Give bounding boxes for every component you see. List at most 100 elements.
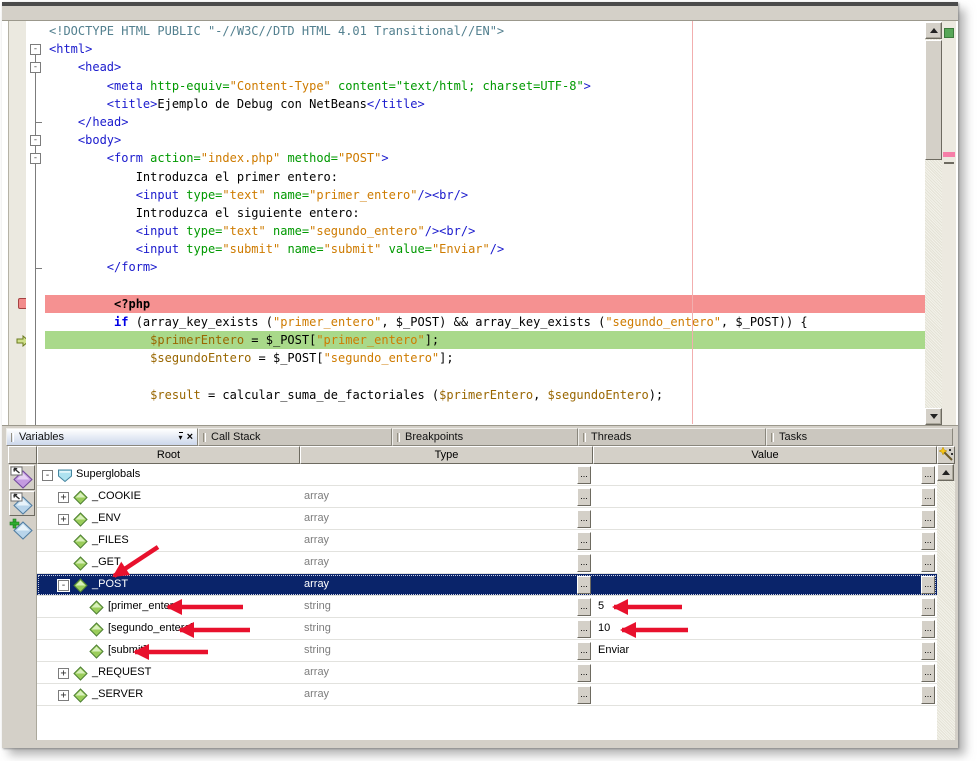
variable-value: 10 — [598, 622, 610, 634]
editor-fold-margin[interactable]: - - - - — [26, 21, 45, 425]
value-editor-button[interactable]: ... — [577, 488, 591, 506]
variable-diamond-icon — [73, 490, 88, 505]
variable-row-primer_entero[interactable]: [primer_entero]string5...... — [37, 596, 937, 618]
fold-collapse-box[interactable]: - — [30, 62, 41, 73]
value-editor-button[interactable]: ... — [921, 686, 935, 704]
watches-diamond-icon — [10, 466, 34, 489]
column-header-root[interactable]: Root — [37, 446, 300, 464]
variable-value: Enviar — [598, 644, 629, 656]
value-editor-button[interactable]: ... — [577, 598, 591, 616]
variable-row-_post[interactable]: -_POSTarray...... — [37, 574, 937, 596]
fold-collapse-box[interactable]: - — [30, 44, 41, 55]
value-editor-button[interactable]: ... — [577, 532, 591, 550]
fold-guide-line — [35, 49, 36, 441]
code-line: if (array_key_exists ("primer_entero", $… — [45, 313, 925, 331]
code-line — [45, 277, 925, 295]
variable-row-segundo_entero[interactable]: [segundo_entero]string10...... — [37, 618, 937, 640]
scrollbar-thumb[interactable] — [925, 40, 942, 160]
expand-expander[interactable]: + — [58, 690, 69, 701]
variable-row-_get[interactable]: _GETarray...... — [37, 552, 937, 574]
code-line: <title>Ejemplo de Debug con NetBeans</ti… — [45, 95, 925, 113]
variable-type: array — [304, 688, 329, 700]
code-line: <form action="index.php" method="POST"> — [45, 149, 925, 167]
value-editor-button[interactable]: ... — [577, 686, 591, 704]
show-evaluation-result-toggle-button[interactable] — [9, 491, 35, 516]
value-editor-button[interactable]: ... — [577, 620, 591, 638]
code-line: <!DOCTYPE HTML PUBLIC "-//W3C//DTD HTML … — [45, 22, 925, 40]
value-editor-button[interactable]: ... — [577, 576, 591, 594]
collapse-expander[interactable]: - — [42, 470, 53, 481]
variable-row-superglobals[interactable]: -Superglobals...... — [37, 464, 937, 486]
variables-view-toolbar — [8, 464, 37, 740]
tab-call-stack[interactable]: Call Stack — [198, 428, 392, 446]
editor-glyph-margin[interactable] — [8, 21, 26, 425]
right-margin-line — [692, 21, 693, 424]
tab-label: Tasks — [779, 431, 948, 443]
tab-close-icon[interactable]: × — [187, 432, 193, 442]
error-stripe-breakpoint-mark[interactable] — [943, 152, 955, 157]
variable-row-_server[interactable]: + _SERVER array...... — [37, 684, 937, 706]
value-editor-button[interactable]: ... — [921, 554, 935, 572]
variable-row-_cookie[interactable]: +_COOKIEarray...... — [37, 486, 937, 508]
variable-name: _SERVER — [92, 688, 143, 700]
variable-type: array — [304, 666, 329, 678]
tab-breakpoints[interactable]: Breakpoints — [392, 428, 578, 446]
tab-label: Breakpoints — [405, 431, 573, 443]
editor-vertical-scrollbar[interactable] — [925, 21, 942, 426]
value-editor-button[interactable]: ... — [921, 642, 935, 660]
code-line: <body> — [45, 131, 925, 149]
scroll-down-button[interactable] — [925, 408, 942, 425]
fold-collapse-box[interactable]: - — [30, 135, 41, 146]
expand-expander[interactable]: + — [58, 514, 69, 525]
tab-variables[interactable]: Variables▾× — [6, 428, 198, 446]
variable-name: [primer_entero] — [108, 600, 183, 612]
variable-diamond-icon — [73, 512, 88, 527]
value-editor-button[interactable]: ... — [577, 554, 591, 572]
value-editor-button[interactable]: ... — [921, 510, 935, 528]
panel-scroll-up-button[interactable] — [937, 464, 954, 481]
create-new-watch-button[interactable] — [9, 518, 35, 543]
show-watches-toggle-button[interactable] — [9, 465, 35, 490]
variable-row-submit[interactable]: [submit]stringEnviar...... — [37, 640, 937, 662]
code-lines[interactable]: <!DOCTYPE HTML PUBLIC "-//W3C//DTD HTML … — [45, 22, 925, 424]
code-line: </head> — [45, 113, 925, 131]
tab-dropdown-icon[interactable]: ▾ — [179, 432, 183, 442]
scroll-up-button[interactable] — [925, 22, 942, 39]
expand-expander[interactable]: + — [58, 492, 69, 503]
panel-scrollbar-track[interactable] — [937, 481, 955, 740]
value-editor-button[interactable]: ... — [577, 664, 591, 682]
value-editor-button[interactable]: ... — [577, 510, 591, 528]
window-top-edge — [2, 2, 958, 6]
value-editor-button[interactable]: ... — [921, 664, 935, 682]
variable-row-_env[interactable]: +_ENVarray...... — [37, 508, 937, 530]
expand-expander[interactable]: + — [58, 668, 69, 679]
code-editor[interactable]: - - - - <!DOCTYPE HTML PUBLIC "-//W3C//DTD … — [2, 20, 958, 425]
evaluation-diamond-icon — [10, 492, 34, 515]
variable-type: array — [304, 512, 329, 524]
tab-threads[interactable]: Threads — [578, 428, 766, 446]
column-header-value[interactable]: Value — [593, 446, 937, 464]
value-editor-button[interactable]: ... — [577, 466, 591, 484]
value-editor-button[interactable]: ... — [921, 620, 935, 638]
value-editor-button[interactable]: ... — [921, 576, 935, 594]
tab-grip — [397, 433, 400, 442]
variable-row-_files[interactable]: _FILESarray...... — [37, 530, 937, 552]
collapse-expander[interactable]: - — [58, 580, 69, 591]
variable-value: 5 — [598, 600, 604, 612]
value-editor-button[interactable]: ... — [921, 488, 935, 506]
fold-collapse-box[interactable]: - — [30, 153, 41, 164]
value-editor-button[interactable]: ... — [921, 466, 935, 484]
variable-row-_request[interactable]: +_REQUESTarray...... — [37, 662, 937, 684]
value-editor-button[interactable]: ... — [577, 642, 591, 660]
value-editor-button[interactable]: ... — [921, 532, 935, 550]
panel-vertical-scrollbar[interactable] — [937, 446, 955, 740]
value-editor-button[interactable]: ... — [921, 598, 935, 616]
column-header-type[interactable]: Type — [300, 446, 593, 464]
tab-label: Call Stack — [211, 431, 387, 443]
variable-diamond-icon — [73, 666, 88, 681]
error-stripe-caret-mark[interactable] — [944, 162, 954, 164]
error-stripe[interactable] — [942, 21, 956, 426]
tab-tasks[interactable]: Tasks — [766, 428, 953, 446]
up-arrow-icon — [930, 28, 938, 33]
variables-empty-area — [37, 706, 937, 740]
